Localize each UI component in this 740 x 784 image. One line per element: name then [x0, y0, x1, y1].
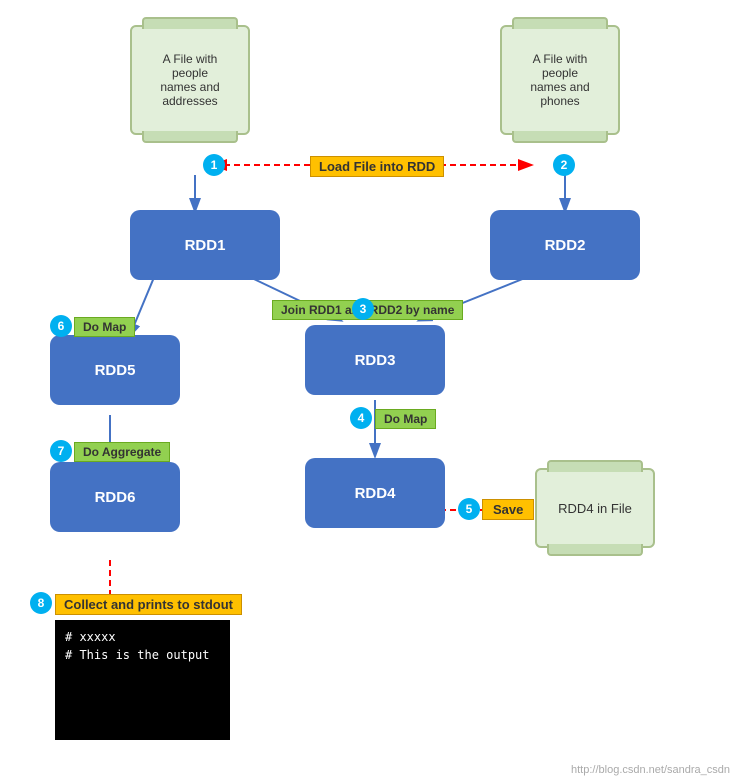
domap1-label: Do Map: [74, 317, 135, 337]
step8-circle: 8: [30, 592, 52, 614]
rdd6-box: RDD6: [50, 462, 180, 532]
output-line2: # This is the output: [65, 648, 220, 662]
step4-circle: 4: [350, 407, 372, 429]
step3-circle: 3: [352, 298, 374, 320]
step5-circle: 5: [458, 498, 480, 520]
file2-box: A File with people names and phones: [500, 25, 620, 135]
doaggregate-label: Do Aggregate: [74, 442, 170, 462]
file1-label: A File with people names and addresses: [160, 52, 219, 108]
step7-circle: 7: [50, 440, 72, 462]
output-line1: # xxxxx: [65, 630, 220, 644]
rdd5-box: RDD5: [50, 335, 180, 405]
diagram: A File with people names and addresses A…: [0, 0, 740, 784]
collect-label: Collect and prints to stdout: [55, 594, 242, 615]
domap2-label: Do Map: [375, 409, 436, 429]
file2-label: A File with people names and phones: [530, 52, 589, 108]
rdd4-box: RDD4: [305, 458, 445, 528]
rdd4file-box: RDD4 in File: [535, 468, 655, 548]
step6-circle: 6: [50, 315, 72, 337]
rdd1-box: RDD1: [130, 210, 280, 280]
load-file-label: Load File into RDD: [310, 156, 444, 177]
step2-circle: 2: [553, 154, 575, 176]
rdd2-box: RDD2: [490, 210, 640, 280]
file1-box: A File with people names and addresses: [130, 25, 250, 135]
rdd3-box: RDD3: [305, 325, 445, 395]
save-label: Save: [482, 499, 534, 520]
rdd4file-label: RDD4 in File: [558, 501, 632, 516]
output-box: # xxxxx # This is the output: [55, 620, 230, 740]
watermark: http://blog.csdn.net/sandra_csdn: [571, 764, 730, 776]
step1-circle: 1: [203, 154, 225, 176]
